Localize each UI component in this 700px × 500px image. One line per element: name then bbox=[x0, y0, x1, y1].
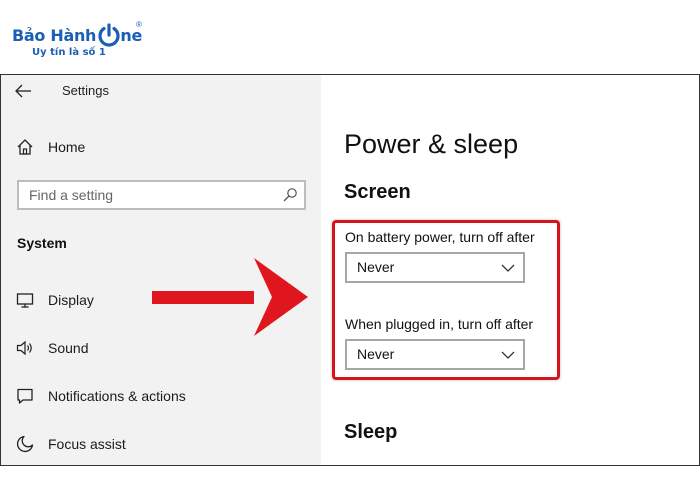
sound-icon bbox=[16, 340, 32, 356]
sleep-heading: Sleep bbox=[344, 421, 398, 443]
notifications-icon bbox=[17, 388, 33, 404]
sidebar-item-label: Focus assist bbox=[48, 436, 126, 452]
main-content: Power & sleep Screen On battery power, t… bbox=[321, 75, 699, 465]
page: Bảo Hành ne ® Uy tín là số 1 Settings Ho… bbox=[0, 0, 700, 500]
sidebar-item-label: Display bbox=[48, 292, 94, 308]
registered-mark: ® bbox=[136, 20, 142, 29]
settings-window: Settings Home Find a setting System Disp… bbox=[0, 74, 700, 466]
logo-brand-text: Bảo Hành ne bbox=[12, 26, 142, 45]
sidebar-item-notifications[interactable]: Notifications & actions bbox=[1, 378, 321, 414]
logo-brand-name: Bảo Hành bbox=[12, 26, 97, 45]
screen-heading: Screen bbox=[344, 181, 411, 203]
logo-tagline: Uy tín là số 1 bbox=[32, 47, 106, 58]
red-arrow-annotation-icon bbox=[152, 258, 308, 336]
search-icon[interactable] bbox=[282, 187, 298, 203]
window-title: Settings bbox=[62, 83, 109, 98]
brand-logo: Bảo Hành ne ® Uy tín là số 1 bbox=[10, 18, 142, 64]
focus-assist-icon bbox=[16, 435, 34, 453]
home-icon bbox=[17, 139, 33, 155]
power-logo-icon bbox=[98, 23, 120, 47]
highlight-box bbox=[332, 220, 560, 380]
sidebar-item-label: Home bbox=[48, 139, 86, 155]
search-input[interactable]: Find a setting bbox=[17, 180, 306, 210]
display-icon bbox=[16, 293, 34, 308]
sidebar-item-label: Sound bbox=[48, 340, 89, 356]
search-placeholder: Find a setting bbox=[29, 187, 114, 203]
back-arrow-icon[interactable] bbox=[13, 82, 33, 100]
section-title-system: System bbox=[17, 235, 67, 251]
sidebar-item-label: Notifications & actions bbox=[48, 388, 186, 404]
sidebar-item-focus-assist[interactable]: Focus assist bbox=[1, 426, 321, 462]
sidebar-item-home[interactable]: Home bbox=[1, 129, 321, 165]
page-title: Power & sleep bbox=[344, 129, 519, 159]
